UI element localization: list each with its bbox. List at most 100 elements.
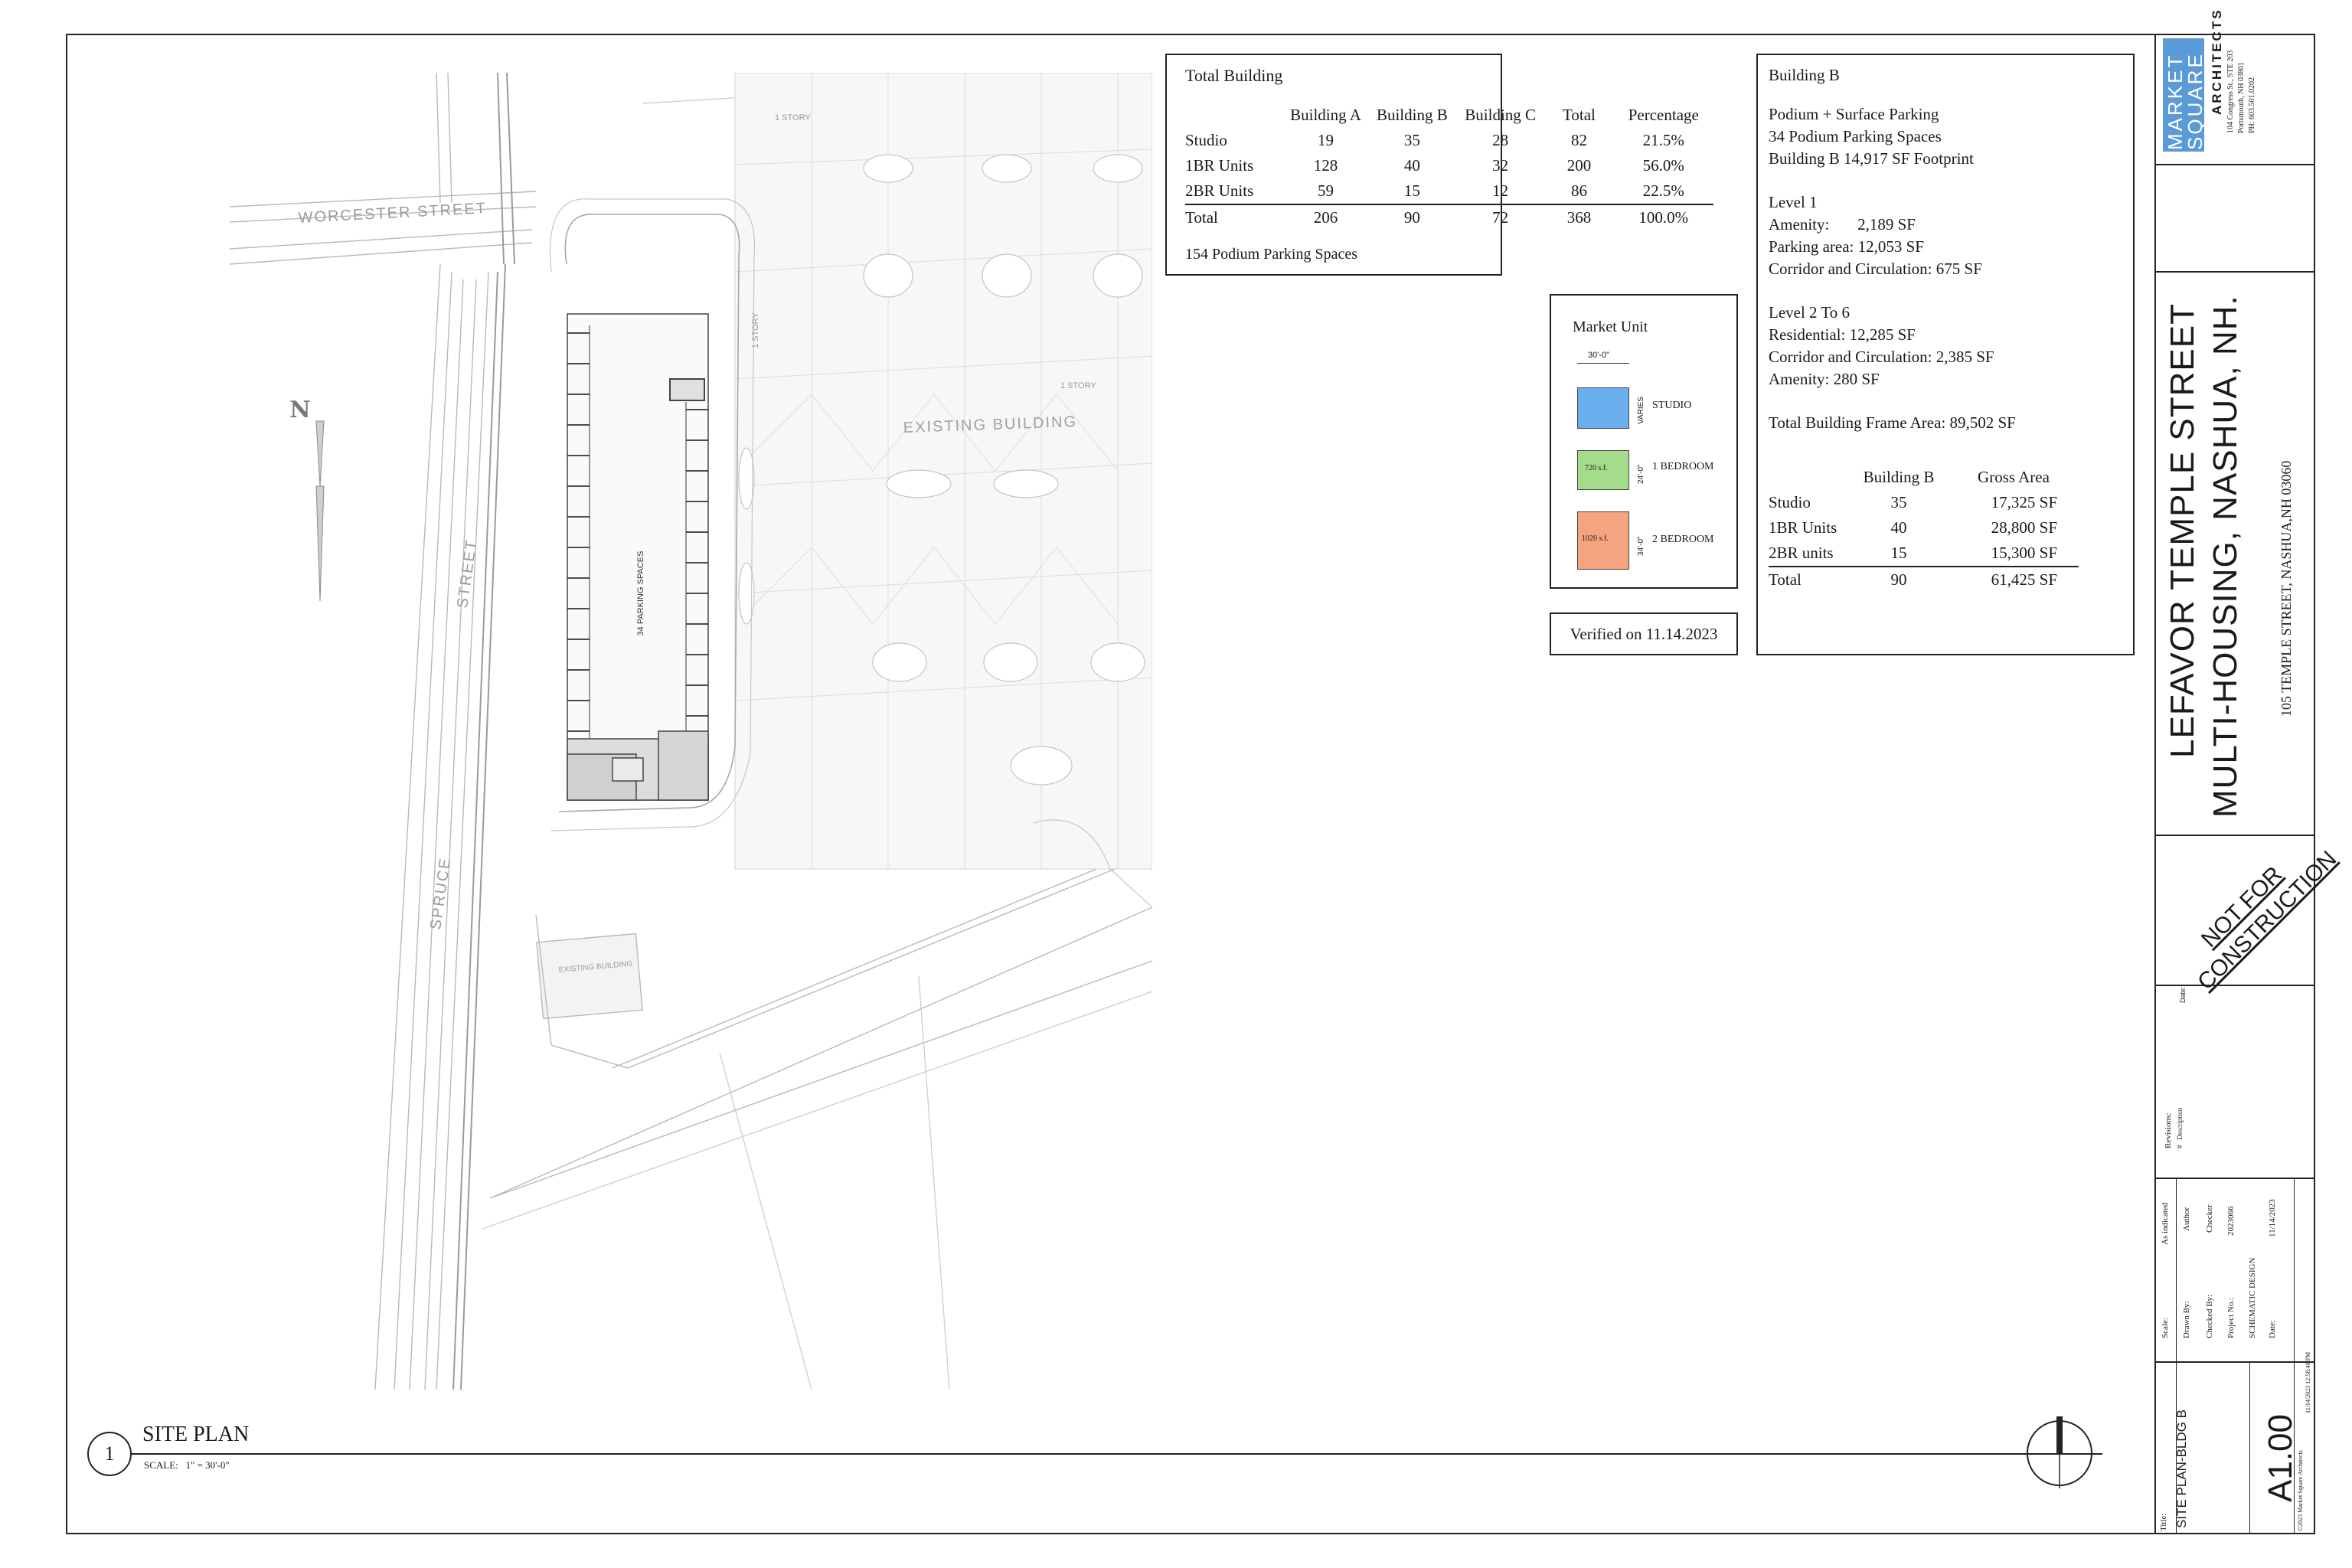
table-cell: 28 — [1492, 131, 1509, 149]
table-header: Building B — [1376, 106, 1448, 124]
parking-label: 34 PARKING SPACES — [636, 551, 645, 636]
drawing-number-bubble: 1 — [87, 1432, 132, 1476]
building-b-line: 34 Podium Parking Spaces — [1769, 127, 1942, 145]
table-header: Building C — [1465, 106, 1537, 124]
building-b-title: Building B — [1769, 66, 1840, 84]
firm-name-2: SQUARE — [2184, 52, 2207, 150]
revisions-description: # Description — [2176, 1107, 2184, 1148]
level26-title: Level 2 To 6 — [1769, 303, 1851, 322]
table-total-row: Total 206 90 72 368 100.0% — [1185, 204, 1713, 230]
scale-value: As indicated — [2161, 1202, 2170, 1245]
table-cell: 200 — [1566, 156, 1592, 175]
project-no-label: Project No.: — [2226, 1297, 2236, 1338]
date2-label: Date: — [2268, 1320, 2277, 1338]
table-header: Total — [1563, 106, 1596, 124]
level26-corridor: Corridor and Circulation: 2,385 SF — [1769, 348, 1994, 366]
drawing-scale: SCALE: 1" = 30'-0" — [144, 1459, 230, 1471]
table-cell: 128 — [1313, 156, 1338, 175]
drawn-by-label: Drawn By: — [2182, 1301, 2191, 1338]
level1-amenity: Amenity: 2,189 SF — [1769, 215, 1916, 234]
tb-vline — [2249, 1361, 2250, 1534]
building-b-line: Podium + Surface Parking — [1769, 105, 1939, 123]
table-cell: 2BR Units — [1185, 181, 1254, 200]
podium-parking-note: 154 Podium Parking Spaces — [1185, 246, 1357, 263]
table-cell: 22.5% — [1642, 181, 1684, 200]
table-cell: 17,325 SF — [1991, 493, 2057, 511]
table-total-row: Total 90 61,425 SF — [1769, 567, 2079, 593]
copyright: ©2023 Market Square Architects — [2297, 1450, 2304, 1531]
table-cell: 86 — [1570, 181, 1587, 200]
table-cell: 40 — [1403, 156, 1420, 175]
tb-line — [2154, 1178, 2315, 1179]
firm-address-2: Portsmouth, NH 03801 — [2237, 61, 2246, 133]
tb-line — [2154, 835, 2315, 836]
table-cell: 90 — [1890, 570, 1907, 589]
studio-swatch — [1577, 387, 1629, 429]
table-cell: 72 — [1492, 208, 1509, 227]
scale-label: Scale: — [2161, 1318, 2170, 1338]
table-row: Studio 35 17,325 SF — [1769, 490, 2079, 515]
north-arrow: N — [289, 397, 324, 601]
two-bedroom-dimension: 34'-0" — [1637, 536, 1645, 556]
table-cell: 12 — [1492, 181, 1509, 200]
drawing-title: SITE PLAN — [142, 1423, 250, 1446]
table-cell: 32 — [1492, 156, 1509, 175]
table-cell: 15 — [1890, 544, 1907, 562]
dimension-line — [1577, 363, 1629, 364]
drawn-by-value: Author — [2182, 1207, 2191, 1231]
table-header — [1769, 465, 1849, 490]
table-cell: 61,425 SF — [1991, 570, 2057, 589]
two-bedroom-area: 1020 s.f. — [1582, 534, 1609, 543]
story-label-1: 1 STORY — [775, 113, 811, 122]
one-bedroom-label: 1 BEDROOM — [1652, 461, 1714, 472]
level1-parking: Parking area: 12,053 SF — [1769, 237, 1924, 256]
table-cell: 100.0% — [1638, 208, 1689, 227]
table-cell: 59 — [1318, 181, 1334, 200]
table-cell: 35 — [1890, 493, 1907, 511]
table-cell: 40 — [1890, 518, 1907, 537]
building-b-panel: Building B Podium + Surface Parking 34 P… — [1756, 54, 2135, 655]
title-label: Title: — [2159, 1513, 2168, 1531]
table-cell: 15 — [1403, 181, 1420, 200]
table-header — [1185, 103, 1283, 128]
street-label-street: STREET — [454, 538, 480, 609]
table-cell: 28,800 SF — [1991, 518, 2057, 537]
total-building-panel: Total Building Building A Building B Bui… — [1165, 54, 1713, 276]
table-row: 2BR units 15 15,300 SF — [1769, 541, 2079, 567]
table-cell: 82 — [1570, 131, 1587, 149]
print-stamp: 11/14/2023 12:58:40 PM — [2305, 1351, 2311, 1413]
street-label-worcester: WORCESTER STREET — [298, 200, 487, 227]
level1-title: Level 1 — [1769, 193, 1818, 211]
tb-line — [2154, 271, 2315, 273]
table-header: Building B — [1863, 468, 1935, 486]
table-cell: 90 — [1403, 208, 1420, 227]
table-header: Gross Area — [1978, 468, 2050, 486]
firm-phone: PH: 603.501.0202 — [2248, 77, 2256, 133]
verified-stamp: Verified on 11.14.2023 — [1550, 612, 1738, 655]
table-header: Percentage — [1628, 106, 1699, 124]
sheet-title: SITE PLAN-BLDG B — [2174, 1410, 2189, 1528]
drawing-number: 1 — [104, 1442, 115, 1465]
one-bedroom-area: 720 s.f. — [1585, 464, 1608, 472]
date2-value: 11/14/2023 — [2268, 1199, 2277, 1237]
story-label-2: 1 STORY — [751, 312, 760, 348]
total-building-title: Total Building — [1185, 66, 1283, 85]
firm-type: ARCHITECTS — [2210, 8, 2224, 115]
table-header-row: Building A Building B Building C Total P… — [1185, 103, 1713, 128]
site-plan-drawing: 34 PARKING SPACES WORCESTER STREET SPRUC… — [230, 73, 1152, 1390]
title-block-divider — [2154, 34, 2156, 1534]
total-frame-area: Total Building Frame Area: 89,502 SF — [1769, 413, 2016, 432]
table-cell: Studio — [1769, 493, 1811, 511]
north-symbol — [2027, 1416, 2092, 1488]
firm-address-1: 104 Congress St., STE 203 — [2226, 50, 2235, 133]
north-label: N — [289, 397, 310, 423]
table-cell: 2BR units — [1769, 544, 1834, 562]
table-cell: Total — [1185, 208, 1218, 227]
width-dimension: 30'-0" — [1588, 351, 1610, 360]
checked-by-label: Checked By: — [2205, 1294, 2214, 1338]
building-b-footprint: Building B 14,917 SF Footprint — [1769, 149, 1974, 168]
tb-vline — [2294, 1178, 2295, 1534]
table-row: 1BR Units 128 40 32 200 56.0% — [1185, 153, 1713, 178]
table-row: Studio 19 35 28 82 21.5% — [1185, 128, 1713, 153]
building-b-table: Building B Gross Area Studio 35 17,325 S… — [1769, 465, 2079, 593]
